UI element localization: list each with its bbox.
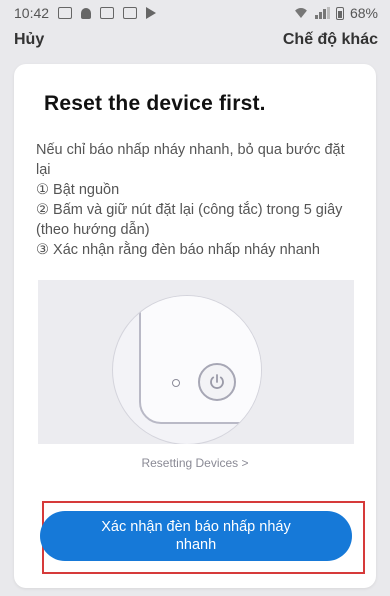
reset-instructions-card: Reset the device first. Nếu chỉ báo nhấp… bbox=[14, 64, 376, 588]
power-icon bbox=[198, 363, 236, 401]
instructions-list: Nếu chỉ báo nhấp nháy nhanh, bỏ qua bước… bbox=[36, 140, 361, 260]
image-icon bbox=[123, 7, 138, 19]
status-right: 68% bbox=[292, 5, 378, 21]
status-left: 10:42 bbox=[14, 5, 157, 21]
instruction-step-2: ② Bấm và giữ nút đặt lại (công tắc) tron… bbox=[36, 202, 343, 238]
battery-icon bbox=[335, 6, 344, 20]
other-mode-button[interactable]: Chế độ khác bbox=[283, 31, 378, 49]
indicator-light bbox=[172, 379, 180, 387]
illustration-zoom-circle bbox=[112, 295, 262, 444]
instruction-step-3: ③ Xác nhận rằng đèn báo nhấp nháy nhanh bbox=[36, 242, 320, 258]
gallery-icon bbox=[58, 7, 73, 19]
battery-percent: 68% bbox=[349, 5, 378, 21]
status-time: 10:42 bbox=[14, 5, 50, 21]
image-icon bbox=[100, 7, 115, 19]
device-reset-illustration bbox=[38, 280, 354, 444]
instruction-note: Nếu chỉ báo nhấp nháy nhanh, bỏ qua bước… bbox=[36, 142, 345, 178]
device-outline bbox=[139, 296, 261, 424]
status-bar: 10:42 68% bbox=[0, 0, 390, 26]
cancel-button[interactable]: Hủy bbox=[14, 31, 44, 49]
signal-icon bbox=[314, 7, 330, 19]
wifi-icon bbox=[292, 8, 309, 18]
notification-bell-icon bbox=[81, 7, 92, 19]
page-title: Reset the device first. bbox=[44, 92, 266, 115]
resetting-devices-link[interactable]: Resetting Devices > bbox=[14, 456, 376, 470]
top-nav-bar: Hủy Chế độ khác bbox=[0, 26, 390, 54]
play-icon bbox=[146, 7, 157, 19]
instruction-step-1: ① Bật nguồn bbox=[36, 182, 120, 198]
confirm-fast-blink-button[interactable]: Xác nhận đèn báo nhấp nháy nhanh bbox=[40, 511, 352, 561]
